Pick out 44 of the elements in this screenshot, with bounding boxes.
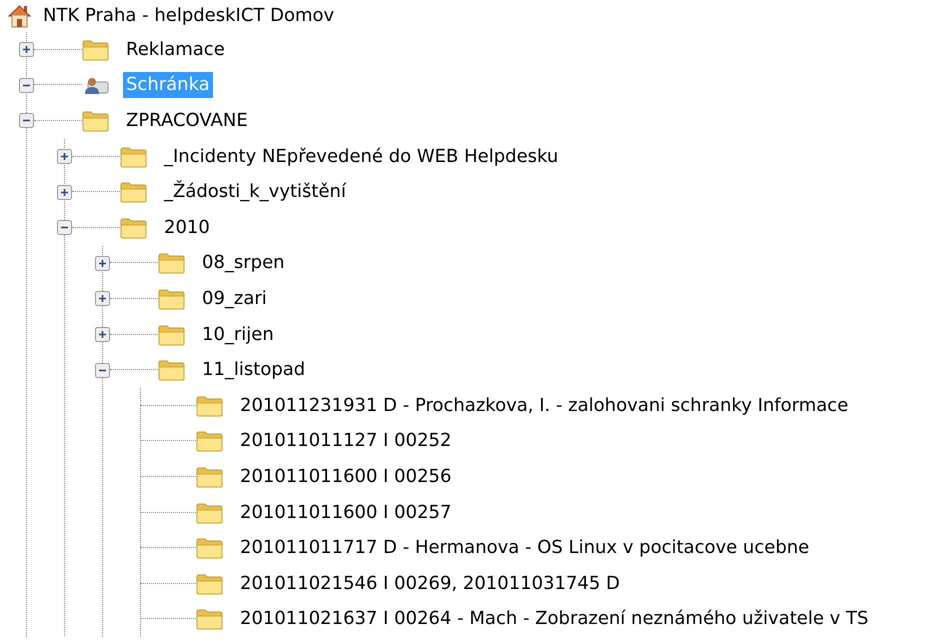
collapse-toggle[interactable] [19, 113, 34, 128]
house-icon [8, 4, 31, 28]
tree-item[interactable]: 201011011127 I 00252 [237, 428, 454, 454]
tree-item[interactable]: 2010 [161, 214, 213, 241]
collapse-toggle[interactable] [19, 78, 34, 93]
tree-item[interactable]: 201011011600 I 00257 [237, 500, 454, 526]
tree-item[interactable]: 11_listopad [199, 357, 308, 384]
folder-icon [82, 38, 109, 61]
tree-item[interactable]: _Žádosti_k_vytištění [161, 179, 349, 206]
folder-icon [196, 466, 223, 488]
expand-toggle[interactable] [19, 42, 34, 58]
folder-icon [196, 572, 223, 595]
tree-item[interactable]: Reklamace [123, 36, 228, 63]
tree-item[interactable]: 201011231931 D - Prochazkova, I. - zalohovani schranky Informace [237, 392, 852, 419]
folder-icon [196, 502, 223, 524]
folder-icon [196, 537, 223, 560]
folder-icon [120, 146, 147, 168]
folder-icon [158, 252, 185, 274]
tree-item[interactable]: 201011011600 I 00256 [237, 464, 454, 490]
expand-toggle[interactable] [95, 291, 110, 306]
folder-icon [120, 181, 147, 204]
collapse-toggle[interactable] [57, 220, 72, 236]
expand-toggle[interactable] [57, 184, 72, 200]
expand-toggle[interactable] [95, 256, 110, 271]
tree-item[interactable]: 201011011717 D - Hermanova - OS Linux v pocitacove ucebne [237, 535, 812, 562]
folder-icon [196, 430, 223, 452]
collapse-toggle[interactable] [95, 362, 110, 378]
tree-item[interactable]: 09_zari [199, 286, 270, 312]
folder-icon [82, 110, 109, 132]
tree-item[interactable]: 10_rijen [199, 322, 277, 348]
expand-toggle[interactable] [57, 149, 72, 164]
tree-item[interactable]: 08_srpen [199, 250, 288, 276]
tree-root[interactable]: NTK Praha - helpdeskICT Domov [40, 3, 338, 29]
folder-icon [158, 324, 185, 346]
tree-item[interactable]: 201011021637 I 00264 - Mach - Zobrazení neznámého uživatele v TS [237, 606, 872, 632]
folder-icon [120, 216, 147, 239]
folder-icon [158, 288, 185, 310]
folder-icon [196, 394, 223, 417]
tree-item[interactable]: 201011021546 I 00269, 201011031745 D [237, 570, 623, 597]
folder-icon [196, 608, 223, 630]
expand-toggle[interactable] [95, 327, 110, 342]
tree-item[interactable]: _Incidenty NEpřevedené do WEB Helpdesku [161, 144, 562, 170]
folder-icon [158, 359, 185, 382]
tree-item[interactable]: ZPRACOVANE [123, 108, 251, 134]
